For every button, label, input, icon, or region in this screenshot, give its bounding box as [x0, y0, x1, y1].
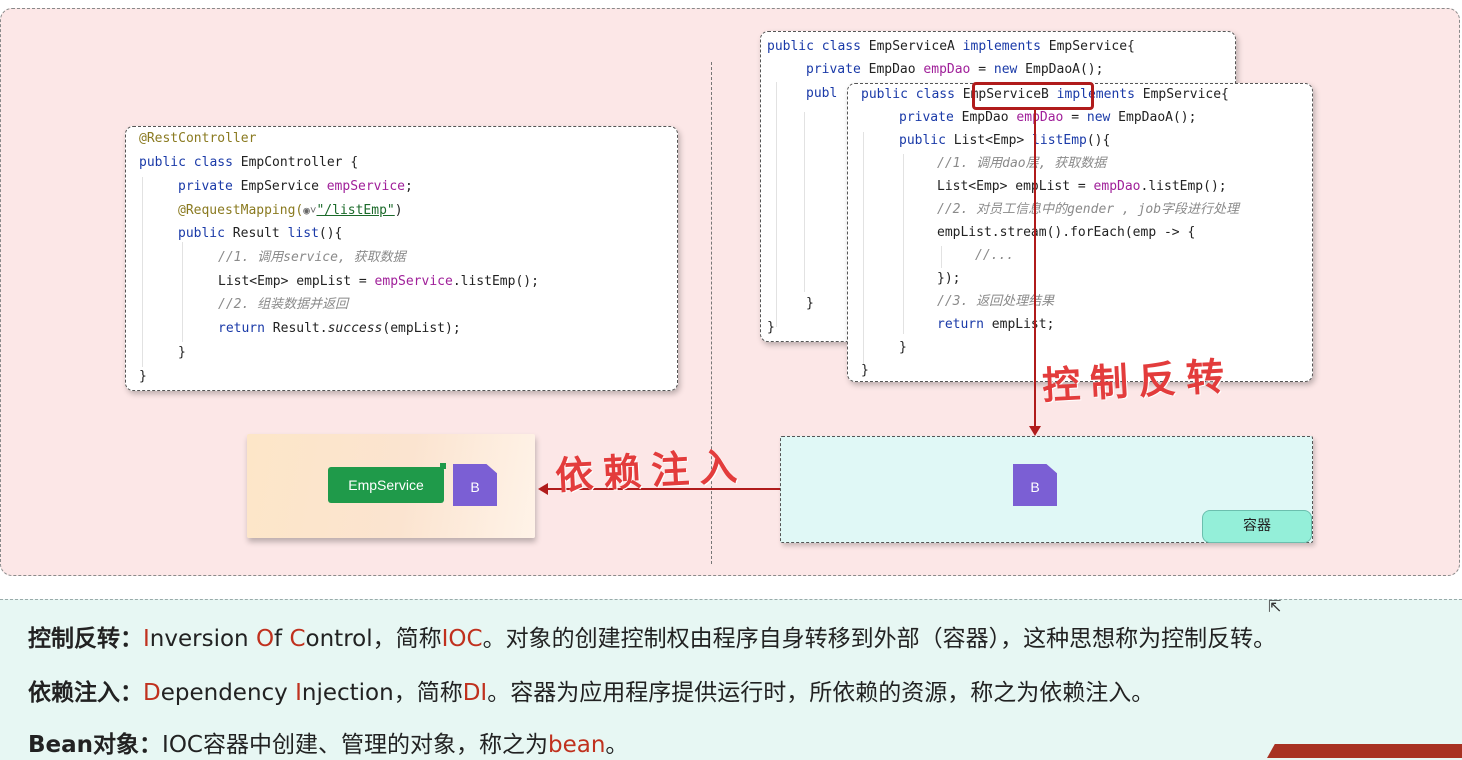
ioc-definition: 控制反转：Inversion Of Control，简称IOC。对象的创建控制权… — [28, 626, 1277, 652]
controller-code-card: @RestController public class EmpControll… — [125, 126, 678, 391]
bean-icon: B — [453, 464, 497, 506]
indent-guide — [863, 132, 864, 364]
code-line: private EmpDao empDao = new EmpDaoA(); — [899, 110, 1197, 125]
code-line: public class EmpController { — [139, 155, 359, 170]
code-comment: //1. 调用service, 获取数据 — [218, 250, 406, 265]
ioc-arrow-head — [1029, 426, 1041, 436]
di-handwritten-label: 依赖注入 — [554, 443, 749, 498]
di-arrow-head — [538, 483, 548, 495]
code-comment: //1. 调用dao层, 获取数据 — [937, 156, 1107, 171]
code-line: publ — [806, 86, 838, 101]
indent-guide — [142, 177, 143, 367]
ioc-arrow — [1034, 110, 1036, 430]
code-line: private EmpDao empDao = new EmpDaoA(); — [806, 62, 1104, 77]
indent-guide — [941, 246, 942, 268]
code-line: } — [178, 345, 186, 360]
code-line: } — [899, 340, 907, 355]
indent-guide — [182, 242, 183, 342]
code-line: return empList; — [937, 317, 1055, 332]
code-line: } — [861, 363, 869, 378]
code-comment: //2. 对员工信息中的gender , job字段进行处理 — [937, 202, 1240, 217]
code-line: } — [767, 320, 775, 335]
code-line: return Result.success(empList); — [218, 321, 461, 336]
di-definition: 依赖注入：Dependency Injection，简称DI。容器为应用程序提供… — [28, 680, 1155, 706]
code-line: public class EmpServiceA implements EmpS… — [767, 39, 1135, 54]
indent-guide — [804, 112, 805, 292]
code-line: }); — [937, 271, 961, 286]
code-line: public Result list(){ — [178, 226, 343, 241]
code-comment: //... — [975, 248, 1015, 263]
code-comment: //2. 组装数据并返回 — [218, 297, 349, 312]
emp-service-tag: EmpService — [328, 463, 446, 503]
code-line: public List<Emp> listEmp(){ — [899, 133, 1111, 148]
code-line: @RestController — [139, 131, 257, 146]
code-line: List<Emp> empList = empService.listEmp()… — [218, 274, 539, 289]
code-line: @RequestMapping(◉˅"/listEmp") — [178, 203, 403, 218]
indent-guide — [776, 82, 777, 327]
bean-definition: Bean对象：IOC容器中创建、管理的对象，称之为bean。 — [28, 732, 629, 758]
bean-icon: B — [1013, 464, 1057, 506]
code-line: private EmpService empService; — [178, 179, 413, 194]
code-line: empList.stream().forEach(emp -> { — [937, 225, 1196, 240]
container-label: 容器 — [1202, 510, 1312, 543]
code-comment: //3. 返回处理结果 — [937, 294, 1055, 309]
mouse-cursor-icon: ⇱ — [1268, 597, 1282, 616]
code-line: } — [806, 296, 814, 311]
indent-guide — [903, 154, 904, 334]
corner-tab — [1267, 744, 1462, 758]
code-line: List<Emp> empList = empDao.listEmp(); — [937, 179, 1227, 194]
code-line: } — [139, 369, 147, 384]
ioc-handwritten-label: 控制反转 — [1041, 353, 1236, 408]
service-b-code-card: public class EmpServiceB implements EmpS… — [847, 83, 1313, 382]
class-name-highlight — [972, 82, 1094, 110]
